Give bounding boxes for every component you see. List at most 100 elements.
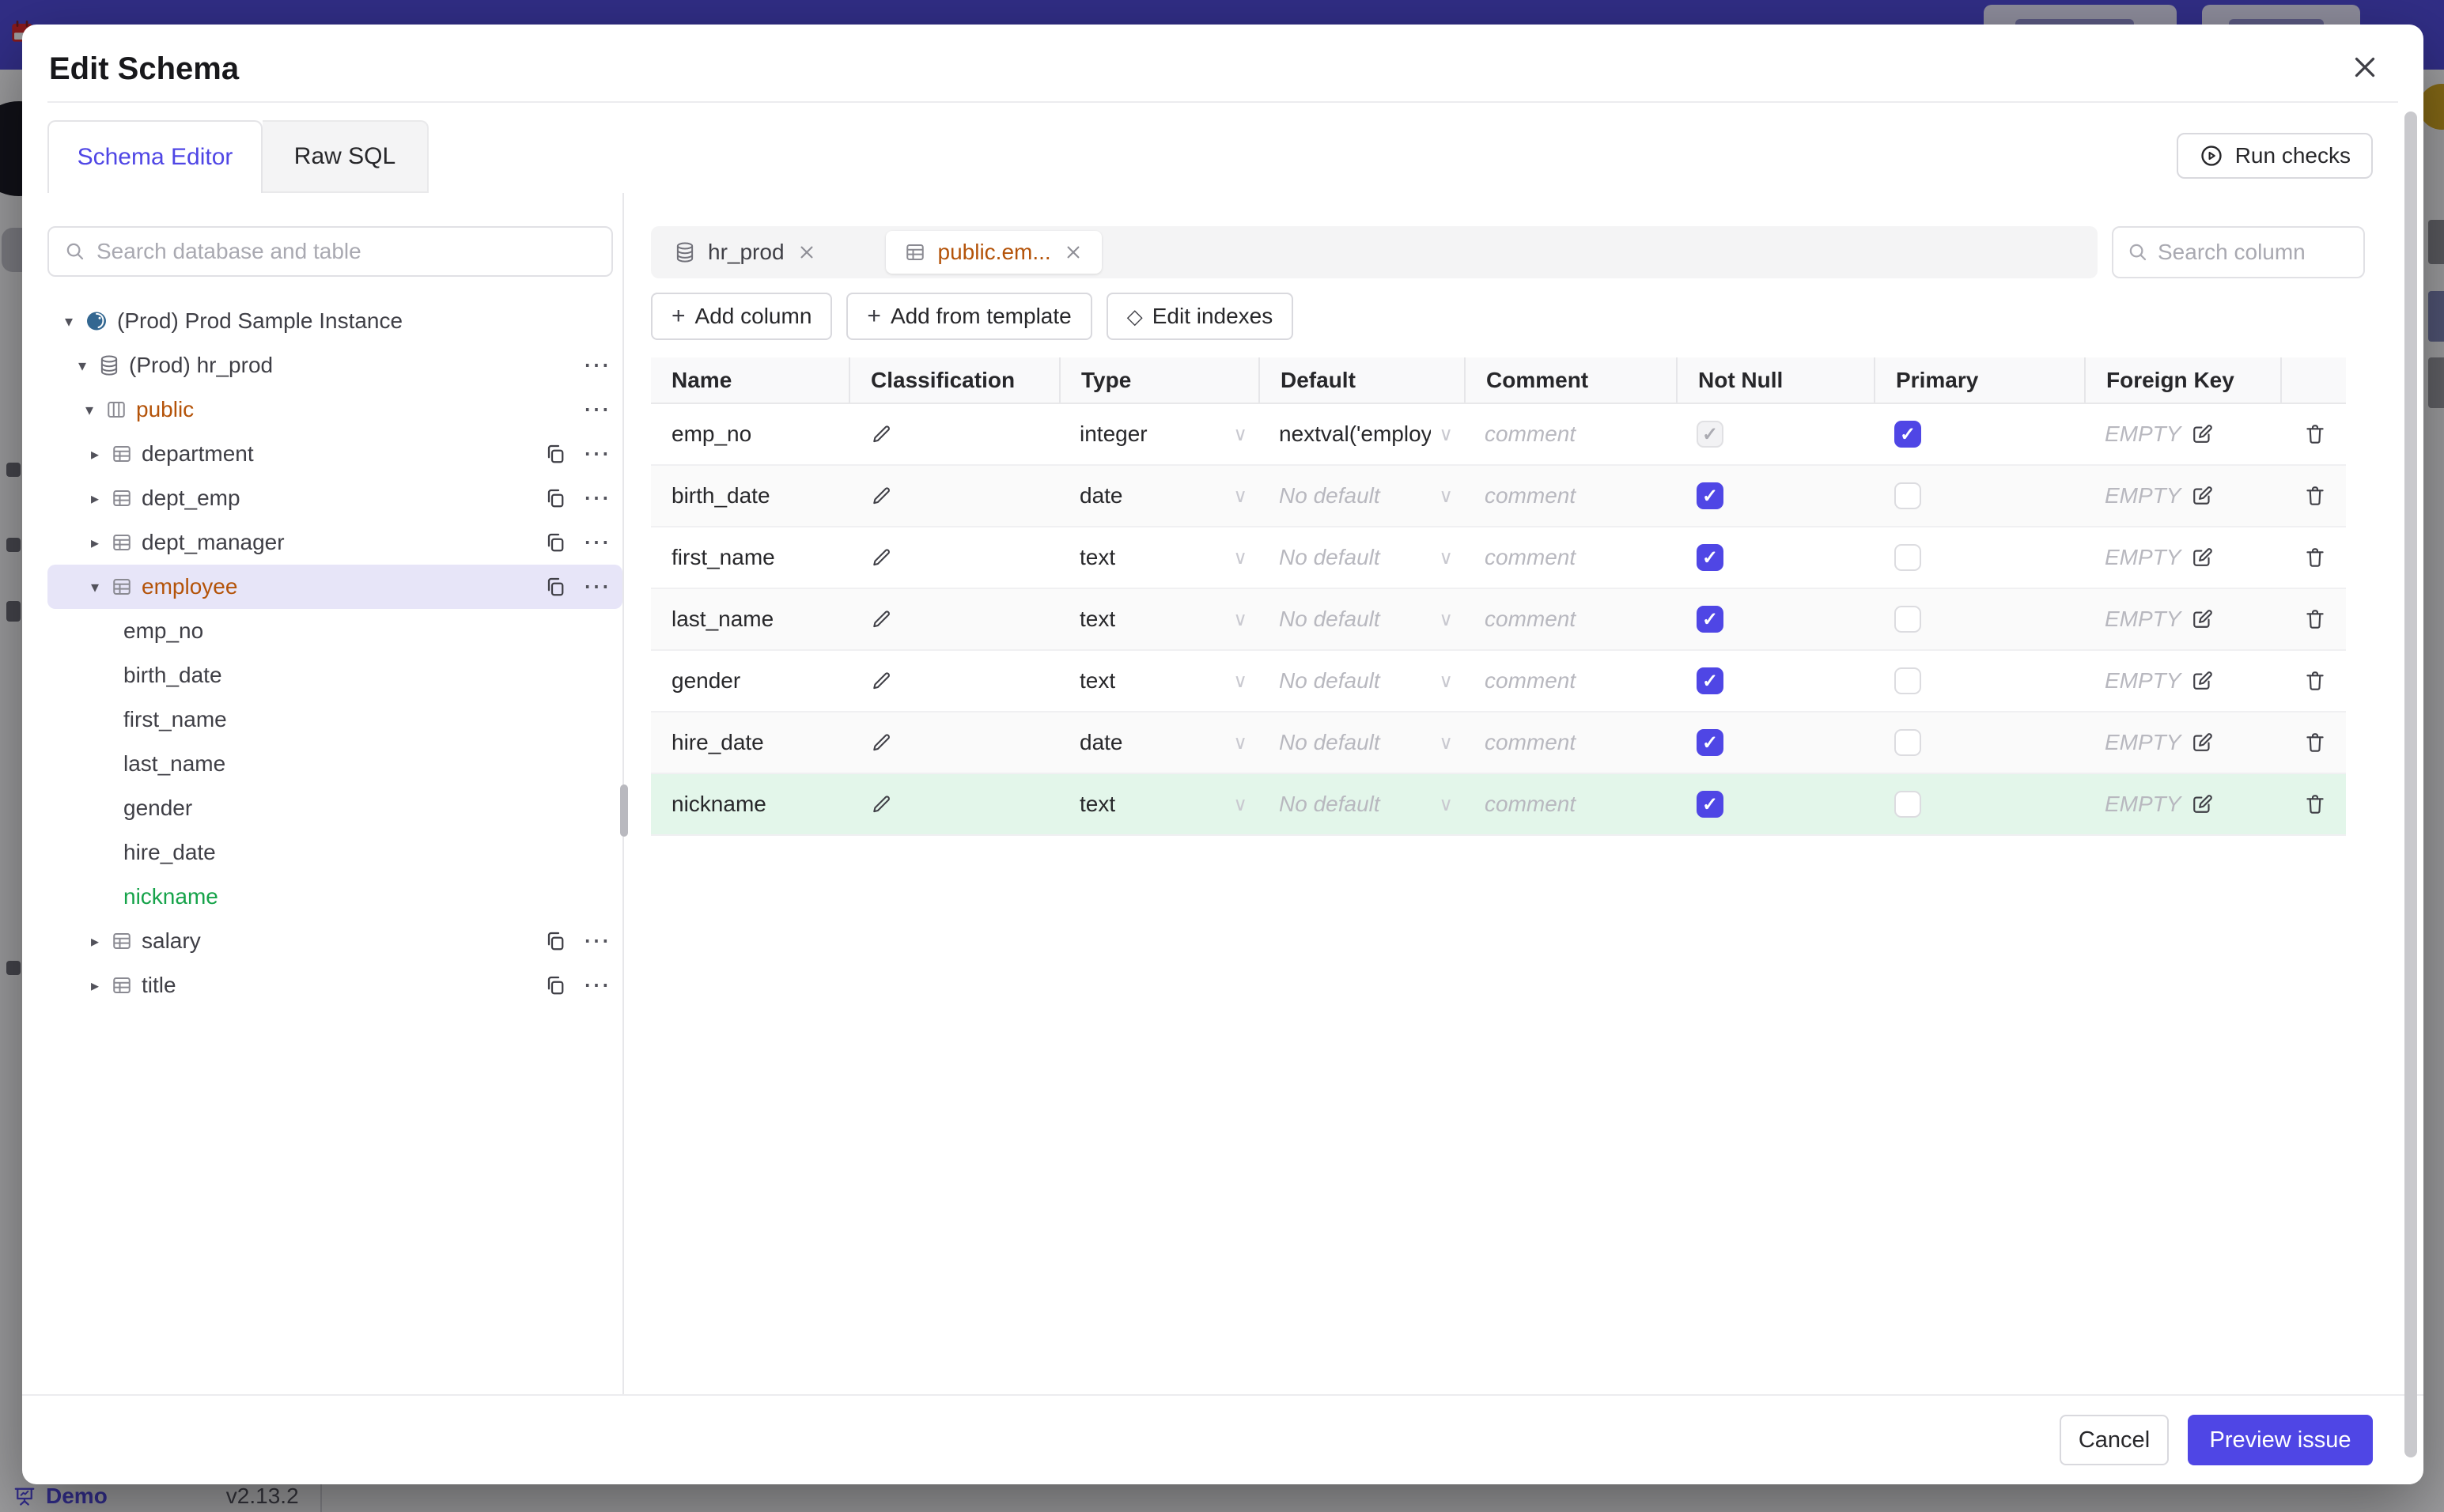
not-null-checkbox[interactable]: ✓ — [1697, 729, 1723, 756]
delete-column-icon[interactable] — [2302, 668, 2328, 694]
run-checks-button[interactable]: Run checks — [2176, 133, 2373, 179]
cancel-button[interactable]: Cancel — [2060, 1415, 2169, 1465]
caret-right-icon[interactable]: ▸ — [85, 932, 105, 951]
edit-foreign-key-icon[interactable] — [2190, 607, 2214, 631]
tree-item-column-new[interactable]: nickname — [47, 875, 622, 919]
column-search-input[interactable] — [2158, 240, 2316, 265]
caret-right-icon[interactable]: ▸ — [85, 489, 105, 508]
tree-item-column[interactable]: emp_no — [47, 609, 622, 653]
caret-down-icon[interactable]: ▾ — [79, 400, 100, 420]
delete-column-icon[interactable] — [2302, 607, 2328, 632]
column-name-cell[interactable]: nickname — [651, 792, 849, 817]
comment-input[interactable]: comment — [1464, 483, 1676, 508]
primary-checkbox[interactable]: ✓ — [1894, 421, 1921, 448]
comment-input[interactable]: comment — [1464, 607, 1676, 632]
comment-input[interactable]: comment — [1464, 792, 1676, 817]
caret-down-icon[interactable]: ▾ — [59, 312, 79, 331]
tree-search-input[interactable] — [96, 239, 597, 264]
column-name-cell[interactable]: emp_no — [651, 421, 849, 447]
add-from-template-button[interactable]: + Add from template — [846, 293, 1092, 340]
classification-edit-icon[interactable] — [869, 669, 893, 693]
tree-item-database[interactable]: ▾ (Prod) hr_prod ⋯ — [47, 343, 622, 387]
tree-item-column[interactable]: hire_date — [47, 830, 622, 875]
edit-foreign-key-icon[interactable] — [2190, 731, 2214, 754]
primary-checkbox[interactable] — [1894, 482, 1921, 509]
not-null-checkbox[interactable]: ✓ — [1697, 791, 1723, 818]
delete-column-icon[interactable] — [2302, 792, 2328, 817]
edit-foreign-key-icon[interactable] — [2190, 792, 2214, 816]
type-select[interactable]: text ∨ — [1059, 607, 1258, 632]
duplicate-icon[interactable] — [543, 486, 567, 510]
edit-foreign-key-icon[interactable] — [2190, 546, 2214, 569]
primary-checkbox[interactable] — [1894, 606, 1921, 633]
comment-input[interactable]: comment — [1464, 668, 1676, 694]
more-actions-icon[interactable]: ⋯ — [583, 440, 611, 467]
type-select[interactable]: integer ∨ — [1059, 421, 1258, 447]
classification-edit-icon[interactable] — [869, 792, 893, 816]
duplicate-icon[interactable] — [543, 442, 567, 466]
more-actions-icon[interactable]: ⋯ — [583, 972, 611, 999]
delete-column-icon[interactable] — [2302, 421, 2328, 447]
not-null-checkbox[interactable]: ✓ — [1697, 606, 1723, 633]
classification-edit-icon[interactable] — [869, 607, 893, 631]
duplicate-icon[interactable] — [543, 531, 567, 554]
not-null-checkbox[interactable]: ✓ — [1697, 667, 1723, 694]
caret-down-icon[interactable]: ▾ — [85, 577, 105, 597]
close-tab-icon[interactable] — [796, 241, 818, 263]
type-select[interactable]: date ∨ — [1059, 730, 1258, 755]
tree-item-table[interactable]: ▸ department ⋯ — [47, 432, 622, 476]
not-null-checkbox[interactable]: ✓ — [1697, 544, 1723, 571]
column-name-cell[interactable]: gender — [651, 668, 849, 694]
classification-edit-icon[interactable] — [869, 422, 893, 446]
comment-input[interactable]: comment — [1464, 545, 1676, 570]
column-name-cell[interactable]: birth_date — [651, 483, 849, 508]
tree-item-table[interactable]: ▸ title ⋯ — [47, 963, 622, 1007]
tree-item-column[interactable]: first_name — [47, 697, 622, 742]
default-select[interactable]: No default ∨ — [1258, 668, 1464, 694]
classification-edit-icon[interactable] — [869, 731, 893, 754]
caret-right-icon[interactable]: ▸ — [85, 444, 105, 464]
type-select[interactable]: text ∨ — [1059, 792, 1258, 817]
preview-issue-button[interactable]: Preview issue — [2188, 1415, 2373, 1465]
tree-item-schema[interactable]: ▾ public ⋯ — [47, 387, 622, 432]
not-null-checkbox[interactable]: ✓ — [1697, 482, 1723, 509]
more-actions-icon[interactable]: ⋯ — [583, 352, 611, 379]
edit-foreign-key-icon[interactable] — [2190, 484, 2214, 508]
default-select[interactable]: No default ∨ — [1258, 730, 1464, 755]
tree-item-table-selected[interactable]: ▾ employee ⋯ — [47, 565, 622, 609]
duplicate-icon[interactable] — [543, 973, 567, 997]
duplicate-icon[interactable] — [543, 575, 567, 599]
tree-item-table[interactable]: ▸ dept_manager ⋯ — [47, 520, 622, 565]
default-select[interactable]: No default ∨ — [1258, 545, 1464, 570]
type-select[interactable]: date ∨ — [1059, 483, 1258, 508]
tab-chip-table-active[interactable]: public.em... — [885, 231, 1102, 274]
more-actions-icon[interactable]: ⋯ — [583, 396, 611, 423]
tree-item-column[interactable]: birth_date — [47, 653, 622, 697]
sidebar-scrollbar[interactable] — [620, 784, 628, 837]
caret-right-icon[interactable]: ▸ — [85, 533, 105, 553]
delete-column-icon[interactable] — [2302, 730, 2328, 755]
type-select[interactable]: text ∨ — [1059, 545, 1258, 570]
tab-chip-database[interactable]: hr_prod — [656, 231, 835, 274]
primary-checkbox[interactable] — [1894, 729, 1921, 756]
type-select[interactable]: text ∨ — [1059, 668, 1258, 694]
more-actions-icon[interactable]: ⋯ — [583, 529, 611, 556]
default-select[interactable]: No default ∨ — [1258, 792, 1464, 817]
primary-checkbox[interactable] — [1894, 791, 1921, 818]
tree-item-column[interactable]: gender — [47, 786, 622, 830]
tree-item-table[interactable]: ▸ salary ⋯ — [47, 919, 622, 963]
edit-indexes-button[interactable]: ◇ Edit indexes — [1106, 293, 1294, 340]
edit-foreign-key-icon[interactable] — [2190, 669, 2214, 693]
close-button[interactable] — [2348, 50, 2382, 85]
tab-raw-sql[interactable]: Raw SQL — [263, 120, 429, 193]
tree-item-column[interactable]: last_name — [47, 742, 622, 786]
more-actions-icon[interactable]: ⋯ — [583, 485, 611, 512]
modal-scrollbar[interactable] — [2404, 112, 2417, 1457]
tree-item-instance[interactable]: ▾ (Prod) Prod Sample Instance — [47, 299, 622, 343]
add-column-button[interactable]: + Add column — [651, 293, 833, 340]
default-select[interactable]: No default ∨ — [1258, 607, 1464, 632]
close-tab-icon[interactable] — [1062, 241, 1084, 263]
default-select[interactable]: nextval('employ ∨ — [1258, 421, 1464, 447]
duplicate-icon[interactable] — [543, 929, 567, 953]
delete-column-icon[interactable] — [2302, 483, 2328, 508]
